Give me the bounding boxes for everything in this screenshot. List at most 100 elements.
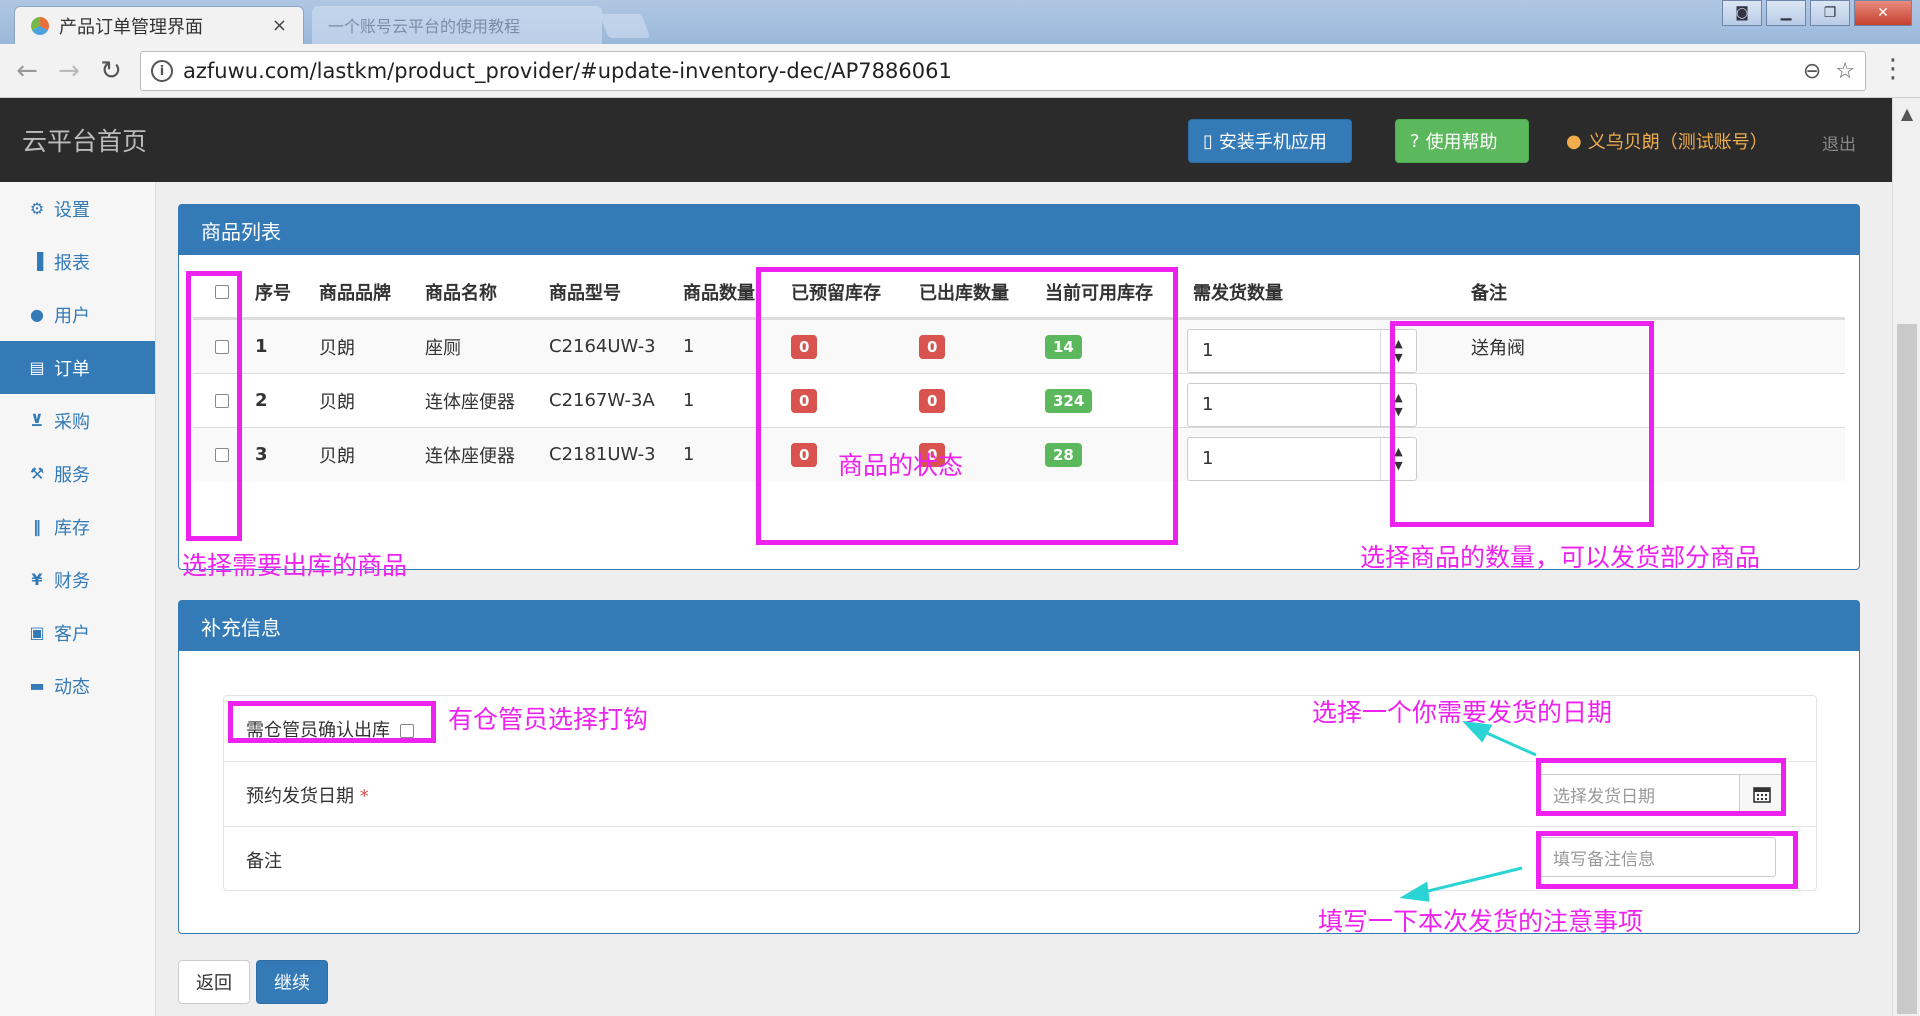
sidebar-item-4[interactable]: ⊻ 采购 xyxy=(0,394,155,447)
row-brand: 贝朗 xyxy=(319,337,355,359)
annotation-select-date: 选择一个你需要发货的日期 xyxy=(1312,698,1613,727)
reload-icon[interactable]: ↻ xyxy=(94,54,128,88)
row-name: 连体座便器 xyxy=(425,445,515,467)
maximize-icon[interactable]: ❐ xyxy=(1810,0,1850,26)
user-account-link[interactable]: ● 义乌贝朗（测试账号） xyxy=(1566,128,1768,154)
sidebar-item-icon: ⊻ xyxy=(30,411,44,430)
row-select-checkbox[interactable] xyxy=(215,447,229,462)
browser-tab-active[interactable]: 产品订单管理界面 × xyxy=(14,6,304,44)
shipped-badge-cell: 0 xyxy=(919,334,946,359)
sidebar-item-3[interactable]: ▤ 订单 xyxy=(0,341,155,394)
sidebar-item-icon: ▤ xyxy=(29,358,45,377)
ship-date-input[interactable]: 选择发货日期 xyxy=(1538,774,1784,814)
sidebar-item-label: 动态 xyxy=(54,676,90,698)
column-header: 已预留库存 xyxy=(791,283,881,304)
reserved-badge-cell: 0 xyxy=(791,334,818,359)
note-input[interactable]: 填写备注信息 xyxy=(1538,837,1776,877)
sidebar-item-0[interactable]: ⚙ 设置 xyxy=(0,182,155,235)
brand-home-link[interactable]: 云平台首页 xyxy=(22,122,147,158)
forward-arrow-icon[interactable]: → xyxy=(52,54,86,88)
back-button[interactable]: 返回 xyxy=(178,960,250,1004)
column-header: 商品品牌 xyxy=(319,283,391,304)
sidebar-item-icon: ‖ xyxy=(33,517,41,536)
sidebar-item-8[interactable]: ▣ 客户 xyxy=(0,606,155,659)
row-model: C2181UW-3 xyxy=(549,444,656,465)
quantity-spinner-icon[interactable]: ▲ ▼ xyxy=(1380,329,1416,372)
warehouse-confirm-checkbox[interactable] xyxy=(399,724,414,738)
help-button[interactable]: ? 使用帮助 xyxy=(1395,119,1529,163)
profile-icon[interactable]: ◙ xyxy=(1722,0,1762,26)
scroll-up-icon[interactable]: ▲ xyxy=(1893,104,1920,124)
browser-titlebar: 产品订单管理界面 × 一个账号云平台的使用教程 ◙ ▁ ❐ ✕ xyxy=(0,0,1920,44)
bookmark-star-icon[interactable]: ☆ xyxy=(1835,59,1855,84)
shipped-badge: 0 xyxy=(919,334,946,359)
sidebar-item-5[interactable]: ⚒ 服务 xyxy=(0,447,155,500)
sidebar-item-label: 采购 xyxy=(54,411,90,433)
site-info-icon[interactable]: i xyxy=(151,60,173,82)
install-app-button[interactable]: ▯ 安装手机应用 xyxy=(1188,119,1352,163)
calendar-icon[interactable] xyxy=(1739,775,1783,813)
available-badge: 14 xyxy=(1045,334,1082,359)
window-close-icon[interactable]: ✕ xyxy=(1854,0,1912,26)
sidebar-item-9[interactable]: ▬ 动态 xyxy=(0,659,155,712)
sidebar-item-6[interactable]: ‖ 库存 xyxy=(0,500,155,553)
row-model: C2167W-3A xyxy=(549,390,655,411)
sidebar-item-label: 设置 xyxy=(54,199,90,221)
question-circle-icon: ? xyxy=(1410,130,1420,152)
page-scrollbar[interactable]: ▲ xyxy=(1892,98,1920,1016)
row-seq: 3 xyxy=(255,444,268,465)
sidebar-item-1[interactable]: ▐ 报表 xyxy=(0,235,155,288)
reserved-badge: 0 xyxy=(791,334,818,359)
sidebar-item-icon: ▣ xyxy=(29,623,45,642)
table-row: 1 贝朗 座厕 C2164UW-3 1 0 0 14 1 ▲ ▼ 送角阀 xyxy=(193,319,1845,373)
sidebar-item-icon: ▬ xyxy=(29,676,45,695)
ship-quantity-input[interactable]: 1 ▲ ▼ xyxy=(1187,436,1417,481)
sidebar-item-label: 服务 xyxy=(54,464,90,486)
row-select-checkbox[interactable] xyxy=(215,339,229,354)
ship-date-row: 预约发货日期 * 选择发货日期 xyxy=(224,761,1816,826)
sidebar-item-label: 用户 xyxy=(54,305,90,327)
ship-quantity-input[interactable]: 1 ▲ ▼ xyxy=(1187,382,1417,427)
note-label: 备注 xyxy=(246,851,282,872)
row-note: 送角阀 xyxy=(1471,337,1525,359)
sidebar-item-icon: ▐ xyxy=(30,252,44,271)
sidebar-item-7[interactable]: ¥ 财务 xyxy=(0,553,155,606)
row-name: 座厕 xyxy=(425,337,461,359)
warehouse-confirm-label: 需仓管员确认出库 xyxy=(246,720,390,741)
ship-quantity-input[interactable]: 1 ▲ ▼ xyxy=(1187,328,1417,373)
annotation-select-products: 选择需要出库的商品 xyxy=(182,551,408,580)
warehouse-confirm-option[interactable]: 需仓管员确认出库 xyxy=(246,716,414,742)
quantity-spinner-icon[interactable]: ▲ ▼ xyxy=(1380,437,1416,480)
top-navbar: 云平台首页 ▯ 安装手机应用 ? 使用帮助 ● 义乌贝朗（测试账号） 退出 xyxy=(0,98,1892,182)
column-header: 已出库数量 xyxy=(919,283,1009,304)
zoom-icon[interactable]: ⊖ xyxy=(1803,59,1821,84)
close-tab-icon[interactable]: × xyxy=(272,15,287,36)
browser-tab-inactive[interactable]: 一个账号云平台的使用教程 xyxy=(312,6,602,44)
browser-menu-icon[interactable]: ⋮ xyxy=(1880,54,1906,84)
scrollbar-thumb[interactable] xyxy=(1897,324,1917,1014)
sidebar-item-label: 订单 xyxy=(54,358,90,380)
quantity-spinner-icon[interactable]: ▲ ▼ xyxy=(1380,383,1416,426)
address-bar[interactable]: i azfuwu.com/lastkm/product_provider/#up… xyxy=(140,51,1866,91)
help-label: 使用帮助 xyxy=(1425,132,1498,153)
page-content: 云平台首页 ▯ 安装手机应用 ? 使用帮助 ● 义乌贝朗（测试账号） 退出 ⚙ 设… xyxy=(0,98,1892,1016)
sidebar-item-2[interactable]: ● 用户 xyxy=(0,288,155,341)
new-tab-button[interactable] xyxy=(599,14,651,38)
sidebar-item-label: 报表 xyxy=(54,252,90,274)
row-model: C2164UW-3 xyxy=(549,336,656,357)
continue-button[interactable]: 继续 xyxy=(256,960,328,1004)
row-select-checkbox[interactable] xyxy=(215,393,229,408)
available-badge: 28 xyxy=(1045,442,1082,467)
reserved-badge-cell: 0 xyxy=(791,442,818,467)
select-all-checkbox[interactable] xyxy=(215,285,229,299)
sidebar-item-icon: ● xyxy=(30,305,44,324)
browser-toolbar: ← → ↻ i azfuwu.com/lastkm/product_provid… xyxy=(0,44,1920,98)
minimize-icon[interactable]: ▁ xyxy=(1766,0,1806,26)
back-arrow-icon[interactable]: ← xyxy=(10,54,44,88)
reserved-badge: 0 xyxy=(791,388,818,413)
panel-title: 商品列表 xyxy=(179,205,1859,255)
sidebar-item-label: 客户 xyxy=(54,623,90,645)
column-header: 商品数量 xyxy=(683,283,755,304)
logout-link[interactable]: 退出 xyxy=(1822,130,1856,155)
url-text[interactable]: azfuwu.com/lastkm/product_provider/#upda… xyxy=(183,59,1789,83)
